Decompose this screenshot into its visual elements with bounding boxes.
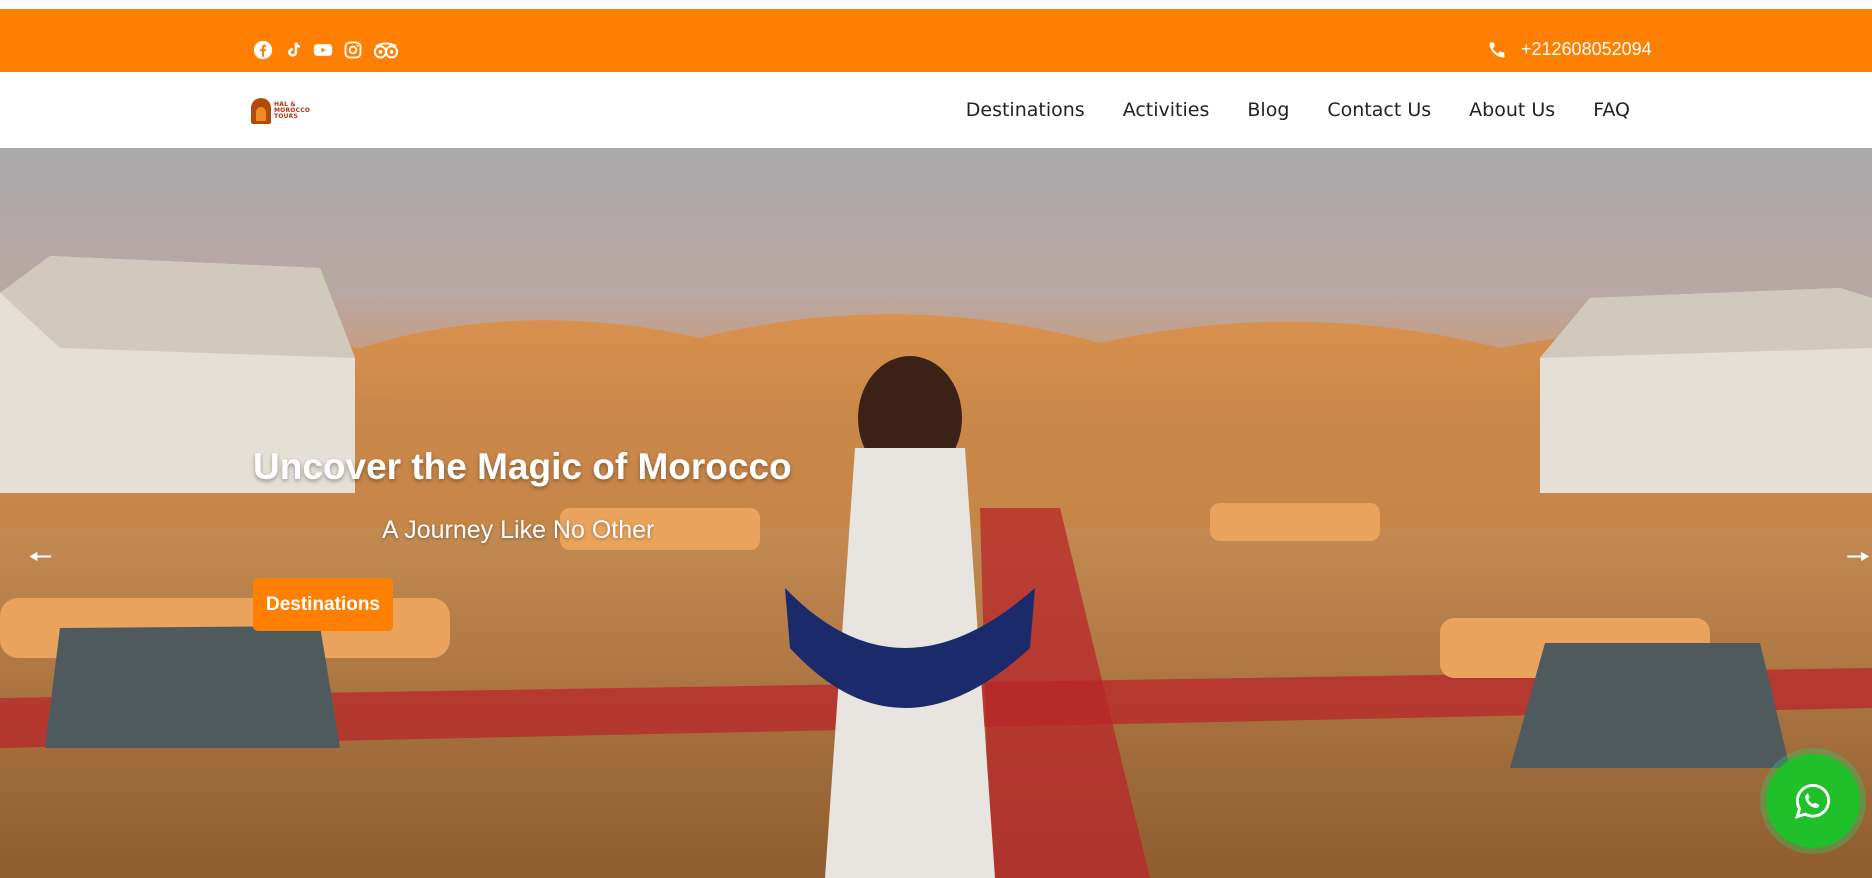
social-links <box>253 40 399 60</box>
tripadvisor-icon <box>373 42 399 59</box>
destinations-button[interactable]: Destinations <box>253 578 393 631</box>
site-logo[interactable]: HAL & MOROCCO TOURS <box>251 80 327 142</box>
nav-about-us[interactable]: About Us <box>1469 99 1555 121</box>
nav-blog[interactable]: Blog <box>1247 99 1289 121</box>
phone-contact[interactable]: +212608052094 <box>1487 39 1652 60</box>
logo-text: HAL & MOROCCO TOURS <box>274 102 310 120</box>
instagram-icon <box>344 41 362 59</box>
phone-number[interactable]: +212608052094 <box>1521 39 1652 60</box>
whatsapp-chat-button[interactable] <box>1766 754 1860 848</box>
top-bar: +212608052094 <box>0 9 1872 72</box>
hero-subtitle: A Journey Like No Other <box>382 516 655 544</box>
tiktok-icon <box>288 42 300 57</box>
youtube-icon <box>313 44 333 56</box>
whatsapp-icon <box>1794 783 1831 819</box>
prev-slide-arrow-icon[interactable]: 🠔 <box>28 536 53 584</box>
nav-destinations[interactable]: Destinations <box>966 99 1085 121</box>
main-navbar: HAL & MOROCCO TOURS Destinations Activit… <box>0 72 1872 148</box>
youtube-link[interactable] <box>313 40 333 60</box>
phone-icon <box>1489 42 1505 57</box>
facebook-link[interactable] <box>253 40 273 60</box>
nav-faq[interactable]: FAQ <box>1593 99 1630 121</box>
main-menu: Destinations Activities Blog Contact Us … <box>966 72 1630 148</box>
instagram-link[interactable] <box>343 40 363 60</box>
next-slide-arrow-icon[interactable]: 🠖 <box>1846 536 1871 584</box>
facebook-icon <box>253 40 273 60</box>
logo-line-3: TOURS <box>274 113 299 120</box>
nav-contact-us[interactable]: Contact Us <box>1327 99 1431 121</box>
tiktok-link[interactable] <box>283 40 303 60</box>
hero-slider: Uncover the Magic of Morocco A Journey L… <box>0 148 1872 878</box>
hero-title: Uncover the Magic of Morocco <box>253 446 792 487</box>
tripadvisor-link[interactable] <box>373 40 399 60</box>
nav-activities[interactable]: Activities <box>1123 99 1210 121</box>
logo-arch-icon <box>251 98 271 124</box>
hero-background-image <box>0 256 1872 878</box>
